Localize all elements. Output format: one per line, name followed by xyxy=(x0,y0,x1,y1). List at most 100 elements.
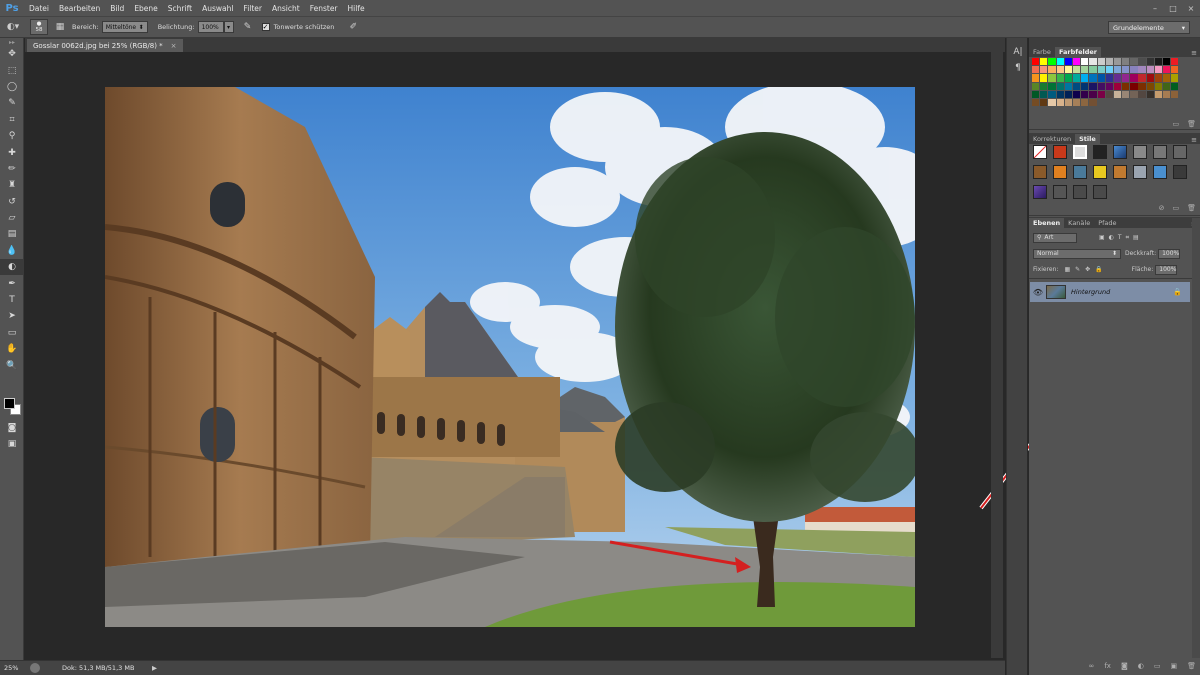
color-swatch[interactable] xyxy=(1089,58,1097,66)
color-swatch[interactable] xyxy=(1097,74,1105,82)
quick-mask-icon[interactable]: ◙ xyxy=(0,420,24,436)
color-swatch[interactable] xyxy=(1048,66,1056,74)
color-swatch[interactable] xyxy=(1130,58,1138,66)
color-swatch[interactable] xyxy=(1097,90,1105,99)
color-swatch[interactable] xyxy=(1154,82,1163,90)
style-preset[interactable] xyxy=(1053,145,1067,159)
shape-tool-icon[interactable]: ▭ xyxy=(0,325,24,341)
brush-panel-icon[interactable]: ▦ xyxy=(52,20,68,34)
folder-icon[interactable]: ▭ xyxy=(1154,662,1161,670)
color-swatch[interactable] xyxy=(1089,74,1097,82)
color-swatch[interactable] xyxy=(1072,90,1081,99)
color-swatch[interactable] xyxy=(1072,82,1081,90)
menu-bearbeiten[interactable]: Bearbeiten xyxy=(54,4,105,13)
zoom-tool-icon[interactable]: 🔍 xyxy=(0,357,24,373)
color-swatch[interactable] xyxy=(1081,82,1089,90)
panel-scrollbar[interactable] xyxy=(1192,218,1200,658)
color-swatch[interactable] xyxy=(1097,66,1105,74)
color-swatch[interactable] xyxy=(1081,74,1089,82)
color-swatch[interactable] xyxy=(1146,58,1154,66)
path-select-tool-icon[interactable]: ➤ xyxy=(0,308,24,324)
lock-icons[interactable]: ▦✎✥🔒 xyxy=(1064,266,1107,273)
color-swatch[interactable] xyxy=(1089,82,1097,90)
color-swatch[interactable] xyxy=(1064,58,1073,66)
color-swatch[interactable] xyxy=(1048,82,1056,90)
color-swatch[interactable] xyxy=(1163,58,1171,66)
character-panel-icon[interactable]: A| xyxy=(1007,44,1029,60)
close-button[interactable]: × xyxy=(1182,0,1200,16)
color-swatch[interactable] xyxy=(1064,66,1073,74)
color-swatch[interactable] xyxy=(1048,90,1056,99)
color-swatch[interactable] xyxy=(1081,66,1089,74)
style-preset[interactable] xyxy=(1173,145,1187,159)
tab-farbe[interactable]: Farbe xyxy=(1029,47,1055,57)
document-tab[interactable]: Gosslar 0062d.jpg bei 25% (RGB/8) * × xyxy=(27,39,183,52)
style-preset[interactable] xyxy=(1053,165,1067,179)
filter-kind-select[interactable]: ⚲ Art xyxy=(1033,232,1077,243)
move-tool-icon[interactable]: ✥ xyxy=(0,46,24,62)
color-swatch[interactable] xyxy=(1048,58,1056,66)
color-swatch[interactable] xyxy=(1122,74,1130,82)
eye-icon[interactable]: 👁 xyxy=(1030,288,1046,297)
lasso-tool-icon[interactable]: ◯ xyxy=(0,79,24,95)
history-brush-tool-icon[interactable]: ↺ xyxy=(0,194,24,210)
clear-style-icon[interactable]: ⊘ xyxy=(1159,204,1165,212)
quick-select-tool-icon[interactable]: ✎ xyxy=(0,95,24,111)
zoom-level[interactable]: 25% xyxy=(0,664,30,672)
color-swatch[interactable] xyxy=(1032,74,1040,82)
color-swatch[interactable] xyxy=(1040,58,1048,66)
belichtung-input[interactable]: 100% xyxy=(197,21,224,33)
color-swatch[interactable] xyxy=(1056,98,1064,107)
color-swatch[interactable] xyxy=(1146,66,1154,74)
color-swatch[interactable] xyxy=(1113,90,1122,99)
tab-farbfelder[interactable]: Farbfelder xyxy=(1054,47,1101,57)
dodge-tool-icon[interactable]: ◐ xyxy=(0,259,24,276)
color-swatch[interactable] xyxy=(1171,90,1179,99)
crop-tool-icon[interactable]: ⌗ xyxy=(0,112,24,128)
style-preset[interactable] xyxy=(1033,165,1047,179)
document-vertical-scrollbar[interactable] xyxy=(991,52,1003,658)
color-swatch[interactable] xyxy=(1130,90,1138,99)
color-swatch[interactable] xyxy=(1138,66,1146,74)
color-swatch[interactable] xyxy=(1048,98,1056,107)
type-tool-icon[interactable]: T xyxy=(0,292,24,308)
color-swatch[interactable] xyxy=(1113,82,1122,90)
color-swatch[interactable] xyxy=(1171,66,1179,74)
menu-hilfe[interactable]: Hilfe xyxy=(343,4,370,13)
tab-kanaele[interactable]: Kanäle xyxy=(1064,218,1094,228)
color-swatch[interactable] xyxy=(1122,90,1130,99)
tab-stile[interactable]: Stile xyxy=(1075,134,1100,144)
style-preset[interactable] xyxy=(1033,185,1047,199)
gradient-tool-icon[interactable]: ▤ xyxy=(0,226,24,242)
color-swatch[interactable] xyxy=(1146,82,1154,90)
new-style-icon[interactable]: ▭ xyxy=(1172,204,1179,212)
color-swatch[interactable] xyxy=(1089,98,1097,107)
menu-datei[interactable]: Datei xyxy=(24,4,54,13)
color-swatch[interactable] xyxy=(1105,74,1113,82)
color-swatch[interactable] xyxy=(1072,74,1081,82)
style-preset[interactable] xyxy=(1113,145,1127,159)
layer-row-hintergrund[interactable]: 👁 Hintergrund 🔒 xyxy=(1030,282,1190,302)
color-swatch[interactable] xyxy=(1113,58,1122,66)
airbrush-icon[interactable]: ✎ xyxy=(240,20,256,34)
new-swatch-icon[interactable]: ▭ xyxy=(1172,120,1179,128)
status-menu-arrow-icon[interactable]: ▶ xyxy=(152,664,157,672)
style-preset[interactable] xyxy=(1073,185,1087,199)
hand-tool-icon[interactable]: ✋ xyxy=(0,341,24,357)
clone-stamp-tool-icon[interactable]: ♜ xyxy=(0,177,24,193)
color-swatch[interactable] xyxy=(1146,90,1154,99)
brush-size-picker[interactable]: ● 58 xyxy=(30,19,48,35)
color-swatch[interactable] xyxy=(1040,66,1048,74)
style-preset[interactable] xyxy=(1153,165,1167,179)
healing-brush-tool-icon[interactable]: ✚ xyxy=(0,144,24,160)
brush-tool-icon[interactable]: ✏ xyxy=(0,161,24,177)
color-swatch[interactable] xyxy=(1081,98,1089,107)
pen-tool-icon[interactable]: ✒ xyxy=(0,275,24,291)
color-swatch[interactable] xyxy=(1072,98,1081,107)
color-swatch[interactable] xyxy=(1064,90,1073,99)
panel-menu-icon[interactable]: ≡ xyxy=(1191,49,1197,57)
color-swatch[interactable] xyxy=(1154,90,1163,99)
panel-menu-icon[interactable]: ≡ xyxy=(1191,136,1197,144)
color-swatch[interactable] xyxy=(1056,82,1064,90)
fill-input[interactable]: 100% xyxy=(1155,264,1178,275)
